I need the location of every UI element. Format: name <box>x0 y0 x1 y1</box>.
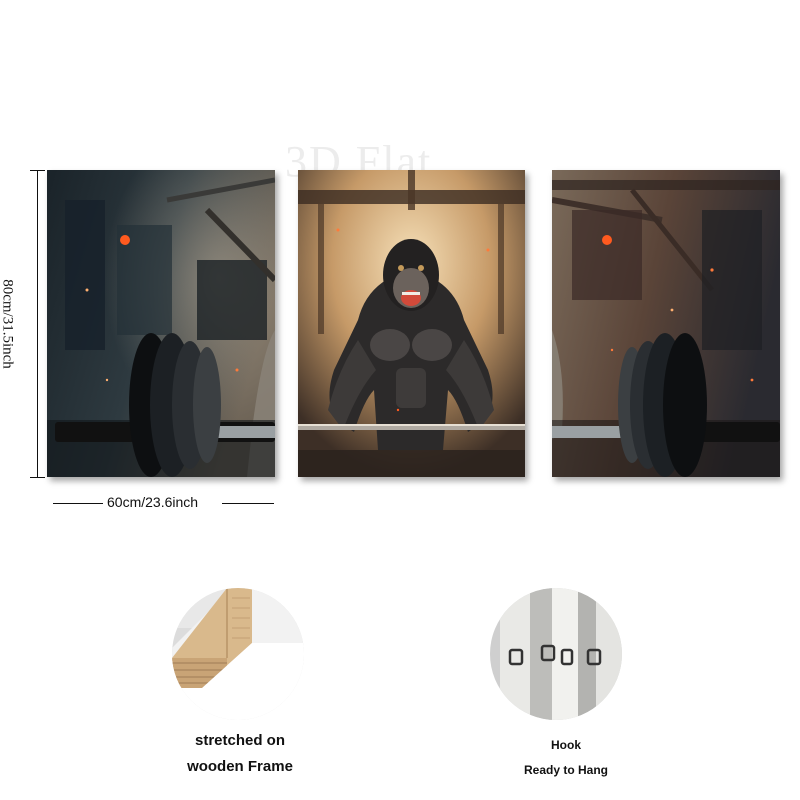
height-dimension-line <box>37 170 38 477</box>
height-dimension-label: 80cm/31.5inch <box>0 279 16 369</box>
hook-caption-line2: Ready to Hang <box>523 763 608 777</box>
width-dimension-line-right <box>222 503 274 504</box>
wooden-frame-image <box>172 588 304 720</box>
wooden-frame-photo <box>172 588 304 720</box>
height-dimension-tick-top <box>30 170 45 171</box>
frame-caption-line1: stretched on <box>194 732 285 749</box>
right-panel-image <box>552 170 780 477</box>
left-panel-image <box>47 170 275 477</box>
center-panel <box>298 170 525 477</box>
height-dimension-tick-bottom <box>30 477 45 478</box>
center-panel-image <box>298 170 525 477</box>
hook-image <box>490 588 622 720</box>
right-panel <box>552 170 780 477</box>
hook-photo <box>490 588 622 720</box>
frame-caption-line2: wooden Frame <box>187 758 293 775</box>
left-panel <box>47 170 275 477</box>
width-dimension-label: 60cm/23.6inch <box>107 494 199 510</box>
width-dimension-line-left <box>53 503 103 504</box>
hook-caption-line1: Hook <box>551 738 581 752</box>
